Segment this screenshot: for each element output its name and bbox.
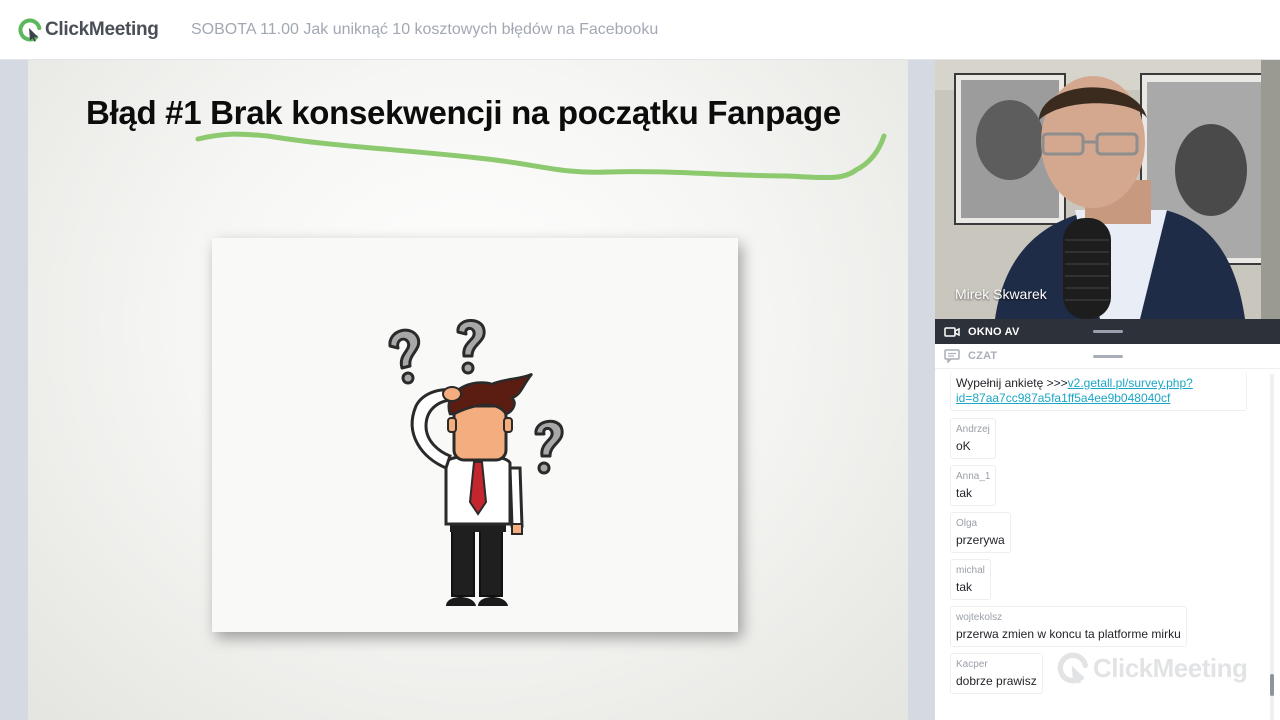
chat-message-author: Andrzej	[956, 424, 990, 435]
chat-message: Wypełnij ankietę >>>v2.getall.pl/survey.…	[950, 372, 1247, 411]
clickmeeting-watermark: ClickMeeting	[1057, 652, 1248, 684]
chat-label: CZAT	[968, 350, 998, 362]
chat-messages: ClickMeeting Wypełnij ankietę >>>v2.geta…	[935, 370, 1280, 720]
presenter-name: Mirek Skwarek	[955, 286, 1047, 302]
survey-message-prefix: Wypełnij ankietę >>>	[956, 376, 1068, 390]
chat-message-author: wojtekolsz	[956, 612, 1003, 623]
chat-message-author: michal	[956, 565, 985, 576]
chat-message-author: Olga	[956, 518, 978, 529]
question-mark-icon	[534, 419, 564, 475]
chat-icon	[944, 349, 960, 363]
chat-panel-header[interactable]: CZAT	[935, 344, 1280, 369]
slide: Błąd #1 Brak konsekwencji na początku Fa…	[28, 60, 908, 720]
presentation-stage: Błąd #1 Brak konsekwencji na początku Fa…	[0, 60, 935, 720]
top-bar: ClickMeeting SOBOTA 11.00 Jak uniknąć 10…	[0, 0, 1280, 60]
chat-message-text: dobrze prawisz	[956, 674, 1037, 688]
chat-message-text: przerywa	[956, 533, 1005, 547]
watermark-text: ClickMeeting	[1093, 652, 1248, 683]
av-window-panel-header[interactable]: OKNO AV	[935, 319, 1280, 344]
chat-scrollbar[interactable]	[1270, 374, 1274, 720]
side-panel: Mirek Skwarek OKNO AV CZAT ClickMeeting …	[935, 60, 1280, 720]
chat-message: Anna_1 tak	[950, 465, 997, 506]
chat-message-text: Wypełnij ankietę >>>v2.getall.pl/survey.…	[956, 376, 1241, 406]
video-frame	[935, 60, 1280, 319]
hand-drawn-underline	[195, 131, 887, 181]
chat-message-text: tak	[956, 486, 973, 500]
chat-panel-drag-handle[interactable]	[1093, 355, 1123, 358]
logo-text: ClickMeeting	[45, 19, 159, 40]
av-window-label: OKNO AV	[968, 325, 1020, 338]
chat-scrollbar-thumb[interactable]	[1270, 674, 1274, 696]
chat-message-text: tak	[956, 580, 973, 594]
question-mark-icon	[388, 328, 421, 385]
clickmeeting-logo-icon	[18, 18, 42, 42]
chat-message: Kacper dobrze prawisz	[950, 653, 1043, 694]
chat-message-text: oK	[956, 439, 971, 453]
clickmeeting-watermark-icon	[1057, 652, 1089, 684]
chat-message: Olga przerywa	[950, 512, 1011, 553]
chat-message: Andrzej oK	[950, 418, 996, 459]
event-title: SOBOTA 11.00 Jak uniknąć 10 kosztowych b…	[191, 21, 659, 38]
confused-man-illustration	[388, 319, 564, 606]
illustration-card	[212, 238, 738, 632]
camera-icon	[944, 325, 960, 339]
chat-message-author: Anna_1	[956, 471, 991, 482]
av-panel-drag-handle[interactable]	[1093, 330, 1123, 333]
clickmeeting-logo: ClickMeeting	[18, 17, 159, 43]
chat-message: michal tak	[950, 559, 991, 600]
presenter-video: Mirek Skwarek	[935, 60, 1280, 319]
chat-message-text: przerwa zmien w koncu ta platforme mirku	[956, 627, 1181, 641]
chat-message: wojtekolsz przerwa zmien w koncu ta plat…	[950, 606, 1187, 647]
chat-message-author: Kacper	[956, 659, 988, 670]
question-mark-icon	[456, 319, 486, 375]
